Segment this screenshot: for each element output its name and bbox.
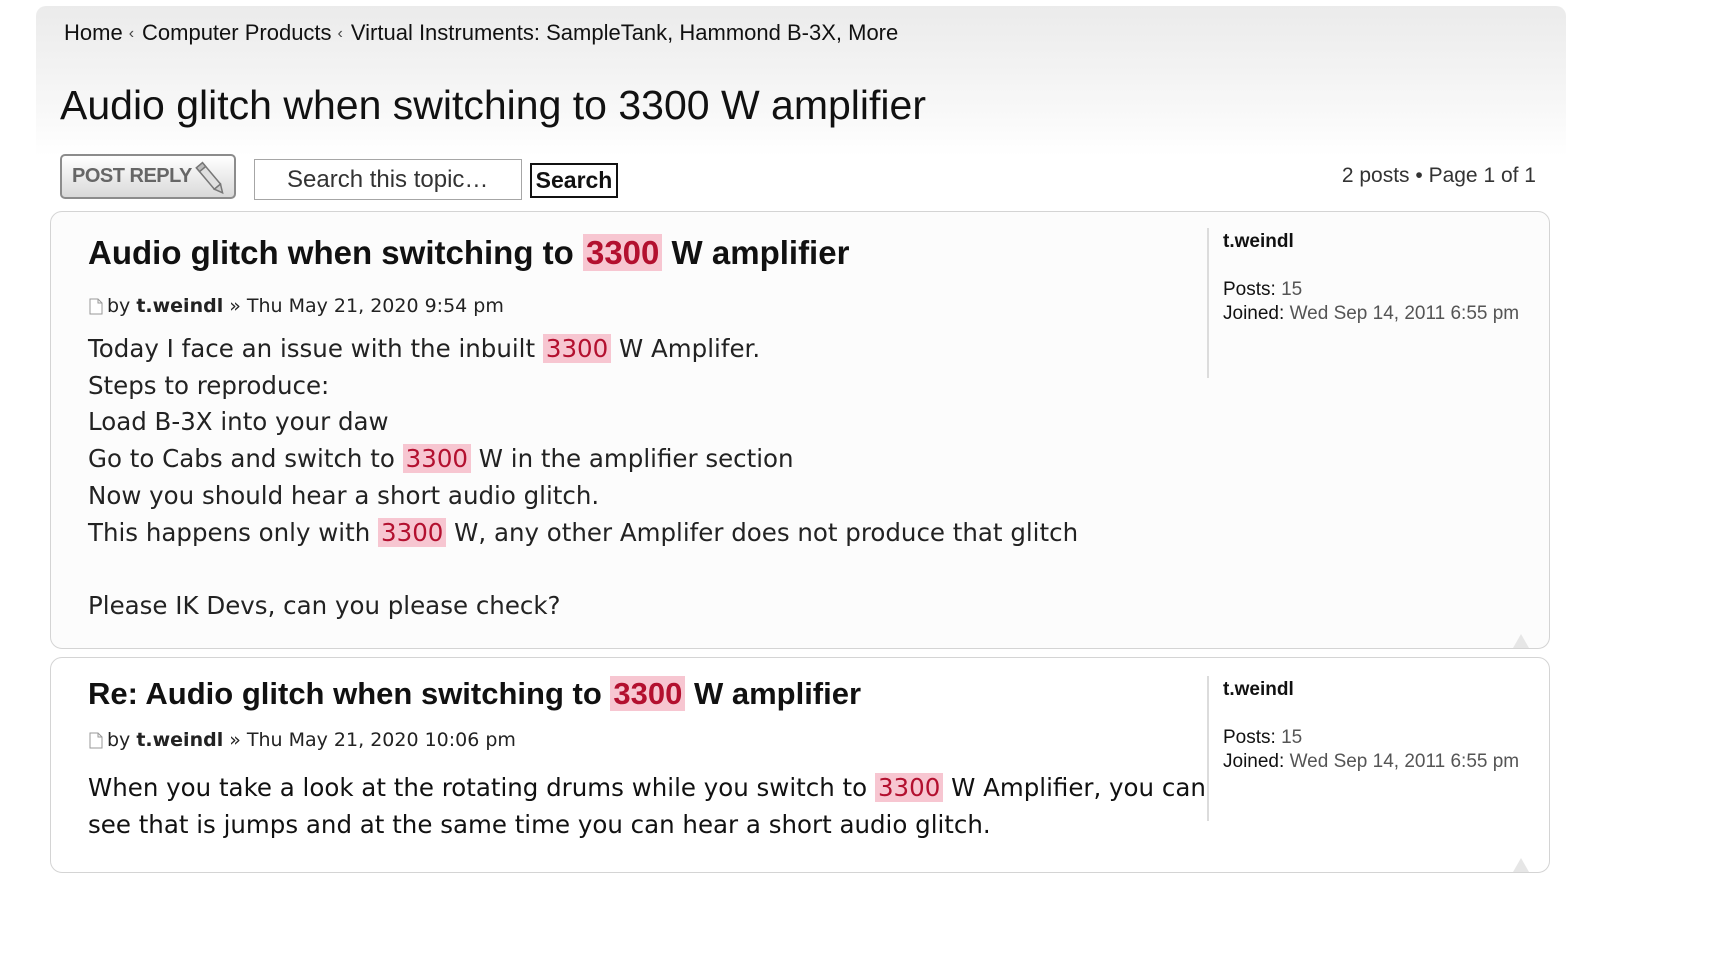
page-title[interactable]: Audio glitch when switching to 3300 W am… [60, 82, 926, 129]
post-body-line: Go to Cabs and switch to 3300 W in the a… [88, 444, 794, 474]
post-author-link[interactable]: t.weindl [136, 295, 223, 317]
post-content: Today I face an issue with the inbuilt 3… [88, 331, 1188, 625]
post-reply-label: POST REPLY [72, 165, 192, 187]
post: Audio glitch when switching to 3300 W am… [50, 211, 1550, 649]
profile-joined: Joined: Wed Sep 14, 2011 6:55 pm [1223, 303, 1520, 324]
back-to-top-icon[interactable] [1513, 858, 1529, 872]
post-content: When you take a look at the rotating dru… [88, 770, 1208, 843]
profile-username-link[interactable]: t.weindl [1223, 230, 1537, 254]
post-body-line: Load B-3X into your daw [88, 407, 389, 437]
profile-posts: Posts: 15 [1223, 727, 1303, 748]
post-body-line: Today I face an issue with the inbuilt 3… [88, 334, 761, 363]
pencil-icon [195, 161, 224, 195]
post-author-profile: t.weindl Posts: 15 Joined: Wed Sep 14, 2… [1207, 676, 1537, 821]
post-meta: by t.weindl » Thu May 21, 2020 9:54 pm [89, 295, 504, 317]
post: Re: Audio glitch when switching to 3300 … [50, 657, 1550, 873]
search-highlight: 3300 [542, 334, 612, 363]
post-date: » Thu May 21, 2020 10:06 pm [229, 729, 516, 751]
topic-page: Home ‹ Computer Products ‹ Virtual Instr… [36, 6, 1566, 956]
breadcrumb-home-link[interactable]: Home [64, 20, 123, 46]
post-body-line: Please IK Devs, can you please check? [88, 590, 561, 620]
post-reply-button[interactable]: POST REPLY [60, 154, 236, 199]
post-document-icon [89, 732, 103, 748]
search-highlight: 3300 [610, 676, 686, 711]
profile-joined: Joined: Wed Sep 14, 2011 6:55 pm [1223, 751, 1520, 772]
post-body-line: This happens only with 3300 W, any other… [88, 517, 1079, 547]
pagination-info: 2 posts • Page 1 of 1 [1341, 164, 1536, 187]
profile-posts: Posts: 15 [1223, 279, 1303, 300]
post-title[interactable]: Audio glitch when switching to 3300 W am… [88, 234, 849, 272]
post-title[interactable]: Re: Audio glitch when switching to 3300 … [88, 676, 861, 712]
post-author-link[interactable]: t.weindl [136, 729, 223, 751]
breadcrumb-virtual-instruments-link[interactable]: Virtual Instruments: SampleTank, Hammond… [351, 20, 898, 46]
breadcrumb: Home ‹ Computer Products ‹ Virtual Instr… [64, 20, 898, 46]
post-by-label: by [107, 729, 131, 751]
post-body-line: Steps to reproduce: [88, 370, 330, 400]
search-highlight: 3300 [378, 517, 447, 547]
post-author-profile: t.weindl Posts: 15 Joined: Wed Sep 14, 2… [1207, 228, 1537, 378]
breadcrumb-computer-products-link[interactable]: Computer Products [142, 20, 332, 46]
post-date: » Thu May 21, 2020 9:54 pm [229, 295, 504, 317]
post-body-blank-line [88, 551, 1188, 588]
search-highlight: 3300 [582, 234, 663, 271]
post-body-line: When you take a look at the rotating dru… [88, 773, 1206, 839]
back-to-top-icon[interactable] [1513, 634, 1529, 648]
breadcrumb-separator: ‹ [128, 25, 135, 42]
search-highlight: 3300 [874, 773, 944, 802]
search-highlight: 3300 [402, 444, 471, 474]
post-meta: by t.weindl » Thu May 21, 2020 10:06 pm [89, 729, 516, 751]
post-body-line: Now you should hear a short audio glitch… [88, 480, 600, 510]
profile-username-link[interactable]: t.weindl [1223, 678, 1537, 702]
post-document-icon [89, 298, 103, 314]
search-topic-input[interactable] [254, 159, 522, 200]
post-by-label: by [107, 295, 131, 317]
search-button[interactable]: Search [530, 163, 618, 198]
breadcrumb-separator: ‹ [337, 25, 343, 42]
